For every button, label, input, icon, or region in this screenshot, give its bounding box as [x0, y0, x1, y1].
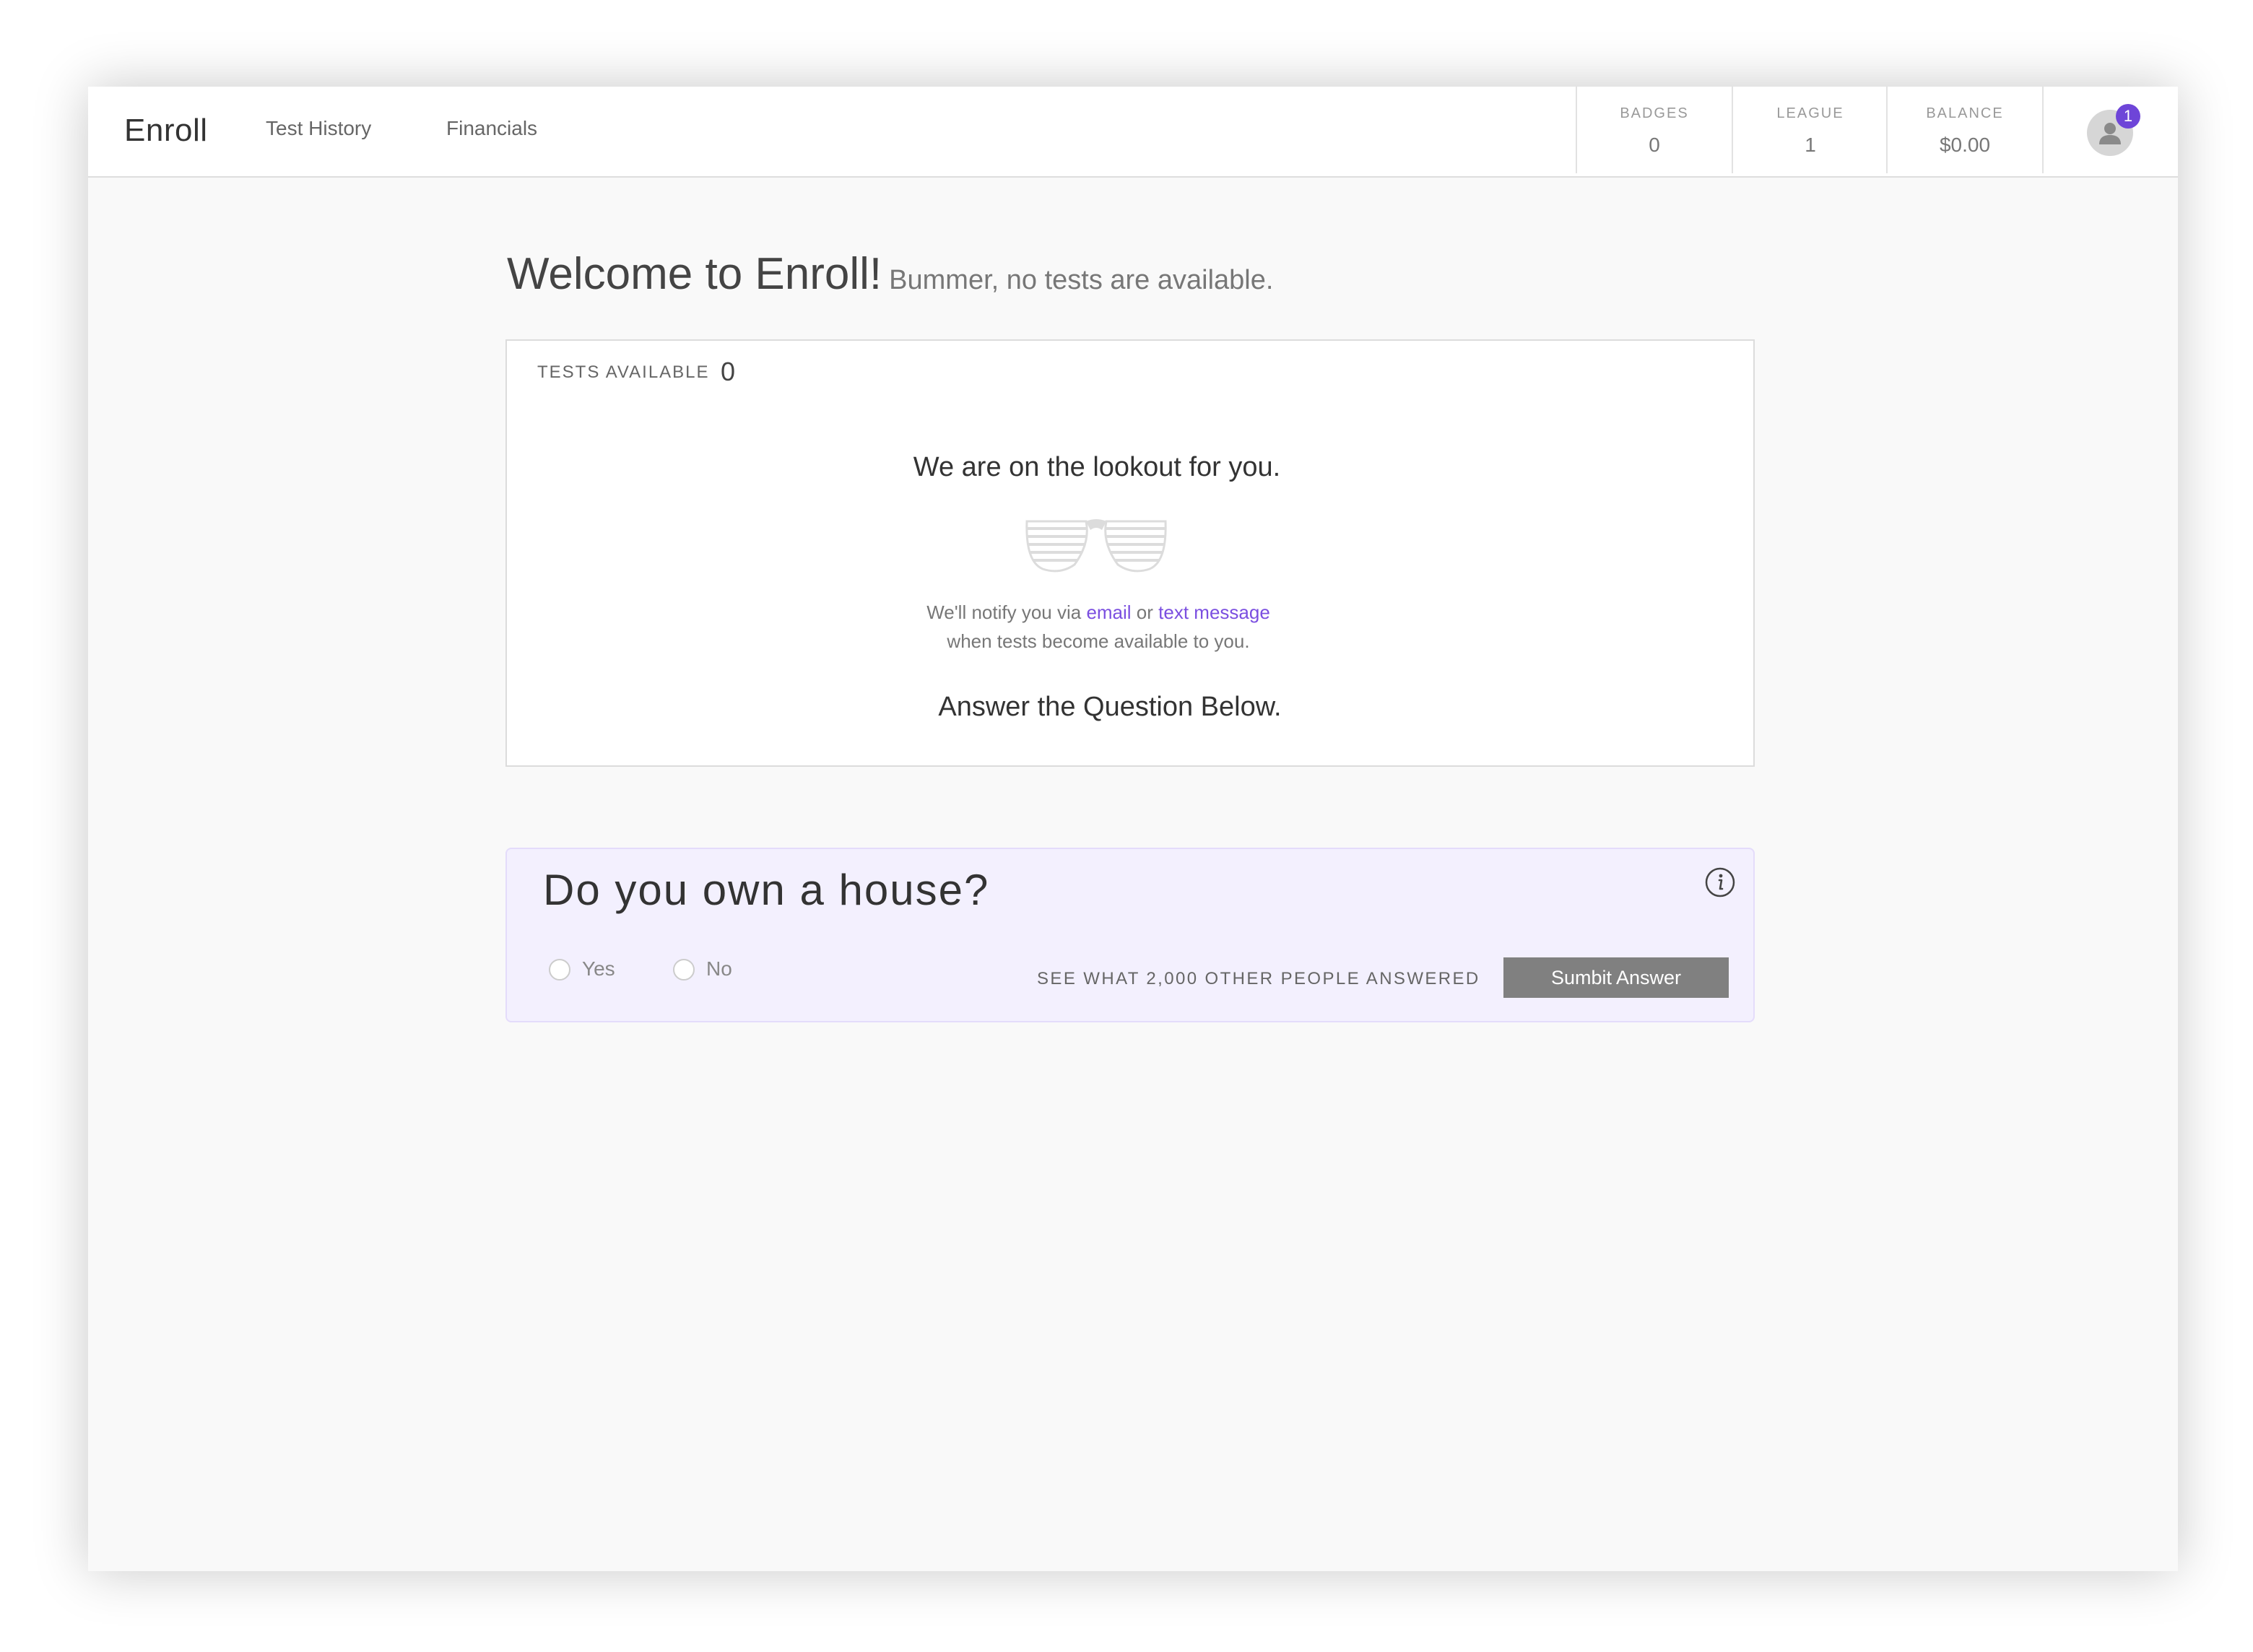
notify-line-1: We'll notify you via email or text messa…	[474, 598, 1723, 627]
email-link[interactable]: email	[1086, 601, 1131, 623]
nav-link-financials[interactable]: Financials	[446, 117, 537, 140]
stat-badges-label: BADGES	[1620, 105, 1689, 121]
info-icon[interactable]	[1704, 866, 1736, 898]
app-window: Enroll Test History Financials BADGES 0 …	[88, 87, 2178, 1571]
shutter-shades-icon	[1024, 514, 1168, 578]
tests-available-count: 0	[721, 357, 736, 386]
answer-prompt: Answer the Question Below.	[507, 692, 1756, 723]
stat-league: LEAGUE 1	[1732, 87, 1888, 173]
lookout-message: We are on the lookout for you.	[507, 452, 1753, 483]
stat-balance-value: $0.00	[1939, 134, 1991, 156]
notify-line-2: when tests become available to you.	[947, 630, 1250, 652]
radio-button-no[interactable]	[673, 959, 695, 981]
stat-balance: BALANCE $0.00	[1886, 87, 2042, 173]
stat-balance-label: BALANCE	[1926, 105, 2004, 121]
page-headline: Welcome to Enroll! Bummer, no tests are a…	[507, 248, 1273, 300]
notify-prefix: We'll notify you via	[926, 601, 1087, 623]
see-others-answers-link[interactable]: SEE WHAT 2,000 OTHER PEOPLE ANSWERED	[1037, 969, 1480, 989]
question-card: Do you own a house? Yes No SEE WHAT 2,00…	[505, 848, 1755, 1022]
notify-message: We'll notify you via email or text messa…	[507, 598, 1756, 656]
text-message-link[interactable]: text message	[1158, 601, 1270, 623]
user-avatar-icon[interactable]: 1	[2087, 104, 2140, 156]
profile-cell: 1	[2042, 87, 2178, 173]
notification-badge[interactable]: 1	[2116, 104, 2140, 129]
page-subtitle: Bummer, no tests are available.	[889, 265, 1274, 295]
radio-button-yes[interactable]	[549, 959, 570, 981]
nav-link-test-history[interactable]: Test History	[266, 117, 371, 140]
answer-prompt-text: Answer the Question Below.	[938, 692, 1282, 722]
stat-league-label: LEAGUE	[1776, 105, 1844, 121]
radio-label-no[interactable]: No	[706, 957, 732, 981]
tests-available-label: TESTS AVAILABLE	[537, 362, 710, 382]
question-text: Do you own a house?	[543, 866, 990, 914]
stat-league-value: 1	[1805, 134, 1816, 156]
stat-badges-value: 0	[1649, 134, 1660, 156]
brand-logo[interactable]: Enroll	[124, 113, 208, 149]
lookout-text: We are on the lookout for you.	[913, 452, 1281, 482]
notify-or: or	[1131, 601, 1159, 623]
stat-badges: BADGES 0	[1576, 87, 1732, 173]
page-title: Welcome to Enroll!	[507, 249, 882, 299]
tests-available-card: TESTS AVAILABLE 0 We are on the lookout …	[505, 339, 1755, 767]
top-nav-bar: Enroll Test History Financials BADGES 0 …	[88, 87, 2178, 178]
submit-answer-button[interactable]: Sumbit Answer	[1503, 957, 1729, 998]
radio-label-yes[interactable]: Yes	[582, 957, 615, 981]
